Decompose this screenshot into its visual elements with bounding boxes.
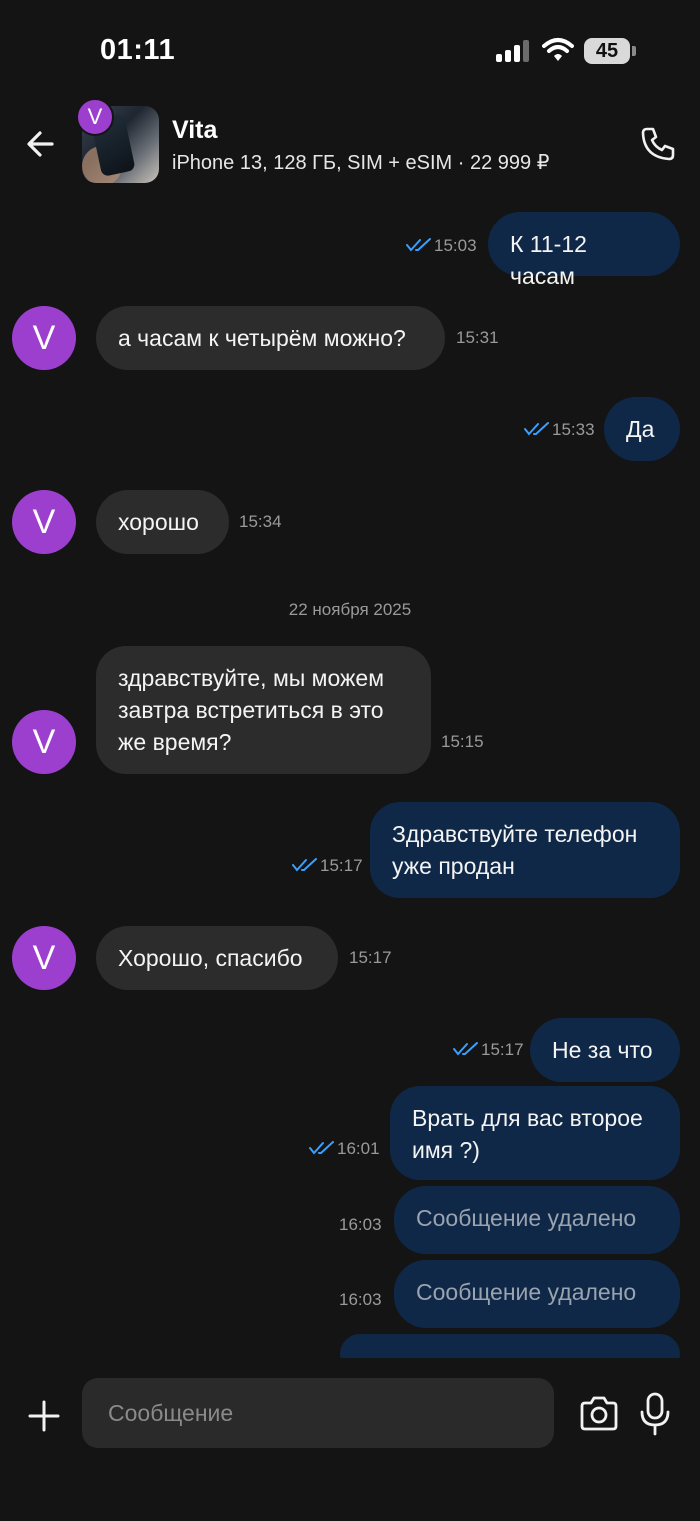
- message-time: 15:03: [434, 236, 477, 255]
- sender-avatar[interactable]: V: [12, 710, 76, 774]
- microphone-icon[interactable]: [638, 1392, 672, 1436]
- message-time: 15:34: [239, 512, 282, 531]
- sender-avatar[interactable]: V: [12, 490, 76, 554]
- date-separator: 22 ноября 2025: [288, 600, 412, 619]
- message-bubble[interactable]: хорошо: [96, 490, 229, 554]
- message-time: 15:17: [320, 856, 363, 875]
- sender-avatar[interactable]: V: [12, 306, 76, 370]
- message-bubble[interactable]: Не за что: [530, 1018, 680, 1082]
- add-attachment-icon[interactable]: [24, 1396, 64, 1436]
- wifi-icon: [542, 38, 574, 61]
- read-ticks-icon: [309, 1141, 334, 1155]
- deleted-message-bubble[interactable]: Сообщение удалено: [394, 1260, 680, 1328]
- read-ticks-icon: [292, 858, 317, 872]
- sender-avatar[interactable]: V: [12, 926, 76, 990]
- message-input[interactable]: [82, 1378, 554, 1448]
- battery-indicator: 45: [584, 38, 630, 64]
- message-time: 15:31: [456, 328, 499, 347]
- listing-subtitle[interactable]: iPhone 13, 128 ГБ, SIM + eSIM · 22 999 ₽: [172, 150, 549, 175]
- message-time: 15:17: [481, 1040, 524, 1059]
- battery-cap-icon: [632, 46, 636, 56]
- message-composer: [0, 1358, 700, 1521]
- read-ticks-icon: [453, 1042, 478, 1056]
- status-time: 01:11: [100, 34, 176, 66]
- read-ticks-icon: [524, 422, 549, 436]
- read-ticks-icon: [406, 238, 431, 252]
- message-bubble[interactable]: Хорошо, спасибо: [96, 926, 338, 990]
- status-bar: 01:11 45: [0, 0, 700, 100]
- message-time: 16:03: [339, 1290, 382, 1309]
- back-arrow-icon[interactable]: [22, 124, 62, 164]
- chat-header: V Vita iPhone 13, 128 ГБ, SIM + eSIM · 2…: [0, 96, 700, 196]
- message-time: 15:17: [349, 948, 392, 967]
- contact-name[interactable]: Vita: [172, 116, 217, 145]
- message-bubble[interactable]: Врать для вас второе имя ?): [390, 1086, 680, 1180]
- message-bubble[interactable]: Здравствуйте телефон уже продан: [370, 802, 680, 898]
- phone-call-icon[interactable]: [638, 124, 678, 164]
- deleted-message-bubble[interactable]: Сообщение удалено: [394, 1186, 680, 1254]
- cellular-signal-icon: [496, 40, 532, 62]
- message-bubble[interactable]: Да: [604, 397, 680, 461]
- message-bubble[interactable]: а часам к четырём можно?: [96, 306, 445, 370]
- message-bubble[interactable]: К 11-12 часам: [488, 212, 680, 289]
- message-time: 16:01: [337, 1139, 380, 1158]
- message-time: 15:15: [441, 732, 484, 751]
- message-bubble[interactable]: здравствуйте, мы можем завтра встретитьс…: [96, 646, 431, 774]
- message-time: 15:33: [552, 420, 595, 439]
- camera-icon[interactable]: [578, 1394, 620, 1434]
- message-time: 16:03: [339, 1215, 382, 1234]
- contact-avatar[interactable]: V: [76, 98, 114, 136]
